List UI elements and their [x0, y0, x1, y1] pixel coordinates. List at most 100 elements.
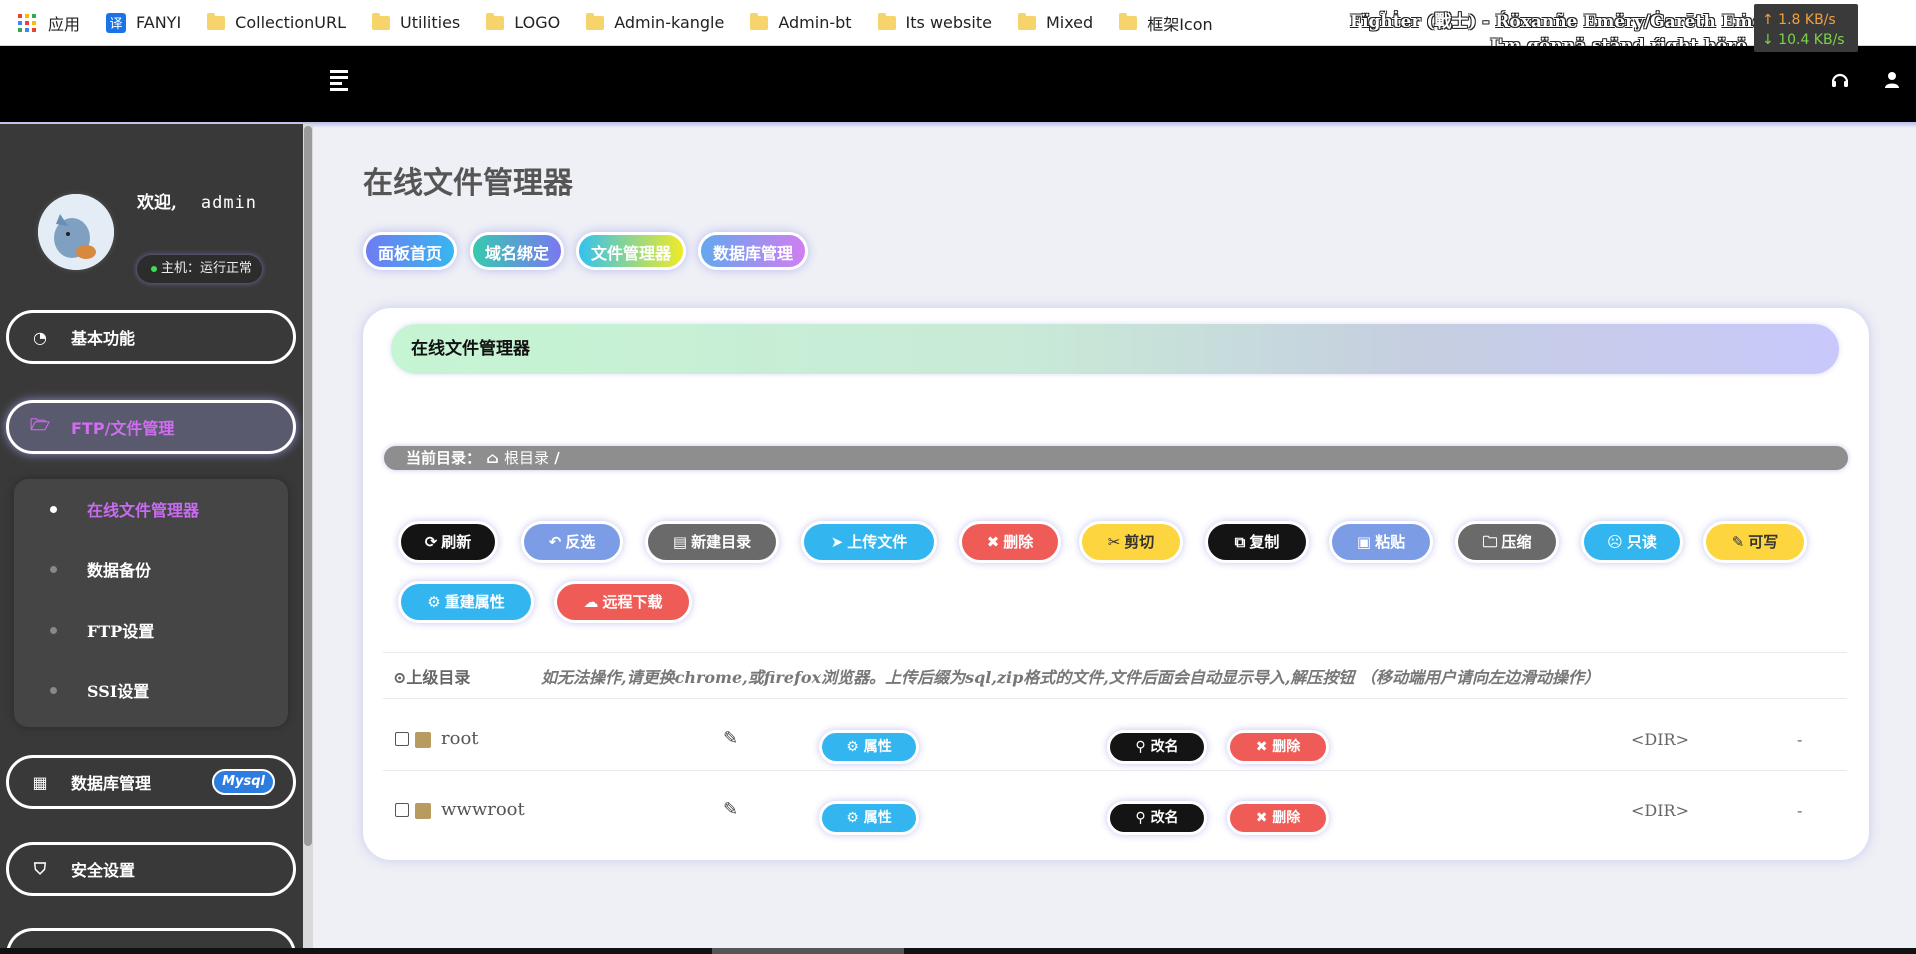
tab-database-management[interactable]: 数据库管理	[698, 232, 809, 270]
button-label: 删除	[1272, 810, 1301, 826]
folder-icon	[207, 12, 226, 30]
button-label: 上传文件	[847, 533, 908, 551]
button-label: 刷新	[441, 533, 472, 551]
sidebar-scrollbar-thumb[interactable]	[304, 126, 312, 846]
nav-label: 基本功能	[71, 329, 136, 348]
bookmark-utilities[interactable]: Utilities	[372, 12, 460, 32]
button-label: 粘贴	[1375, 533, 1406, 551]
tab-panel-home[interactable]: 面板首页	[363, 232, 458, 270]
sad-face-icon: ☹	[1607, 533, 1623, 551]
new-directory-button[interactable]: ▤ 新建目录	[645, 521, 779, 563]
paste-icon: ▣	[1356, 533, 1372, 551]
bookmark-fanyi[interactable]: 译 FANYI	[106, 12, 182, 33]
compress-button[interactable]: 🗀 压缩	[1455, 521, 1559, 563]
button-label: 改名	[1150, 739, 1179, 755]
file-icon: ▤	[672, 533, 688, 551]
tab-domain-binding[interactable]: 域名绑定	[470, 232, 565, 270]
page-title: 在线文件管理器	[363, 166, 573, 201]
edit-icon[interactable]: ✎	[723, 799, 738, 820]
status-dot-icon	[151, 265, 157, 272]
bookmark-its-website[interactable]: Its website	[877, 12, 992, 32]
paste-button[interactable]: ▣ 粘贴	[1329, 521, 1433, 563]
rename-button[interactable]: ⚲ 改名	[1107, 801, 1207, 835]
nav-ftp-file-management[interactable]: 🗁 FTP/文件管理	[6, 400, 296, 454]
send-icon: ➤	[830, 533, 844, 551]
bookmark-label: Mixed	[1045, 13, 1094, 32]
remote-download-button[interactable]: ☁ 远程下载	[554, 581, 692, 623]
submenu-ftp-settings[interactable]: FTP设置	[14, 610, 288, 650]
bullet-icon	[50, 505, 57, 513]
nav-label: FTP/文件管理	[71, 419, 175, 438]
submenu-ssi-settings[interactable]: SSI设置	[14, 670, 288, 710]
breadcrumb-root[interactable]: 根目录	[504, 449, 549, 467]
bookmark-collectionurl[interactable]: CollectionURL	[207, 12, 347, 32]
user-icon[interactable]	[1882, 70, 1902, 90]
bookmark-apps[interactable]: 应用	[18, 11, 80, 35]
bookmark-mixed[interactable]: Mixed	[1017, 12, 1094, 32]
invert-selection-button[interactable]: ↶ 反选	[521, 521, 623, 563]
map-marker-icon: ⚲	[1135, 739, 1151, 755]
folder-icon	[415, 803, 431, 819]
submenu-label: 数据备份	[87, 561, 152, 580]
bullet-icon	[50, 565, 57, 573]
menu-icon[interactable]	[330, 70, 350, 91]
bookmark-label: 框架Icon	[1147, 14, 1213, 34]
nav-basic-functions[interactable]: ◔ 基本功能	[6, 310, 296, 364]
submenu-online-file-manager[interactable]: 在线文件管理器	[14, 489, 288, 529]
bookmark-icon-framework[interactable]: 框架Icon	[1119, 11, 1213, 35]
close-icon: ✖	[1255, 810, 1273, 826]
divider	[383, 652, 1847, 653]
map-marker-icon: ⚲	[1135, 810, 1151, 826]
edit-icon[interactable]: ✎	[723, 728, 738, 749]
browser-notice: 如无法操作,请更换chrome,或firefox浏览器。上传后缀为sql,zip…	[541, 668, 1600, 687]
attributes-button[interactable]: ⚙ 属性	[819, 730, 919, 764]
cut-button[interactable]: ✂ 剪切	[1079, 521, 1183, 563]
upload-file-button[interactable]: ➤ 上传文件	[801, 521, 937, 563]
nav-label: 数据库管理	[71, 774, 152, 793]
submenu-label: SSI设置	[87, 682, 150, 701]
bookmark-label: FANYI	[136, 13, 182, 32]
mysql-badge: Mysql	[212, 769, 275, 795]
nav-database-management[interactable]: ▦ 数据库管理 Mysql	[6, 755, 296, 809]
writable-button[interactable]: ✎ 可写	[1703, 521, 1807, 563]
refresh-button[interactable]: ⟳ 刷新	[398, 521, 498, 563]
bookmark-admin-kangle[interactable]: Admin-kangle	[586, 12, 724, 32]
readonly-button[interactable]: ☹ 只读	[1581, 521, 1683, 563]
horizontal-scrollbar-thumb[interactable]	[712, 948, 904, 954]
ftp-submenu: 在线文件管理器 数据备份 FTP设置 SSI设置	[14, 479, 288, 727]
file-type: <DIR>	[1631, 801, 1690, 820]
row-checkbox[interactable]	[395, 732, 409, 746]
breadcrumb-separator: /	[554, 449, 560, 467]
rebuild-attributes-button[interactable]: ⚙ 重建属性	[398, 581, 534, 623]
attributes-button[interactable]: ⚙ 属性	[819, 801, 919, 835]
parent-directory-link[interactable]: ⊙上级目录	[393, 664, 470, 688]
bookmark-label: CollectionURL	[235, 13, 347, 32]
rename-button[interactable]: ⚲ 改名	[1107, 730, 1207, 764]
row-delete-button[interactable]: ✖ 删除	[1227, 730, 1329, 764]
folder-icon	[372, 12, 391, 30]
table-row: root ✎ ⚙ 属性 ⚲ 改名 ✖ 删除 <DIR> -	[363, 710, 1869, 768]
file-name[interactable]: root	[441, 728, 479, 749]
button-label: 反选	[565, 533, 596, 551]
folder-open-icon: 🗁	[30, 414, 50, 434]
sidebar: 欢迎, admin 主机：运行正常 ◔ 基本功能 🗁 FTP/文件管理 在线文件…	[0, 124, 303, 954]
copy-button[interactable]: ⧉ 复制	[1205, 521, 1309, 563]
folder-icon	[486, 12, 505, 30]
file-name[interactable]: wwwroot	[441, 799, 525, 820]
headset-icon[interactable]	[1830, 70, 1850, 90]
nav-label: 安全设置	[71, 861, 136, 880]
horizontal-scrollbar[interactable]	[0, 948, 1916, 954]
button-label: 重建属性	[444, 593, 505, 611]
nav-security-settings[interactable]: ⛉ 安全设置	[6, 842, 296, 896]
button-label: 属性	[863, 810, 892, 826]
row-checkbox[interactable]	[395, 803, 409, 817]
row-delete-button[interactable]: ✖ 删除	[1227, 801, 1329, 835]
delete-button[interactable]: ✖ 删除	[959, 521, 1061, 563]
bookmark-logo[interactable]: LOGO	[486, 12, 560, 32]
submenu-data-backup[interactable]: 数据备份	[14, 549, 288, 589]
card-title: 在线文件管理器	[391, 324, 1839, 374]
bookmark-admin-bt[interactable]: Admin-bt	[750, 12, 852, 32]
tab-file-manager[interactable]: 文件管理器	[576, 232, 687, 270]
avatar	[38, 194, 114, 270]
gear-icon: ⚙	[846, 810, 864, 826]
